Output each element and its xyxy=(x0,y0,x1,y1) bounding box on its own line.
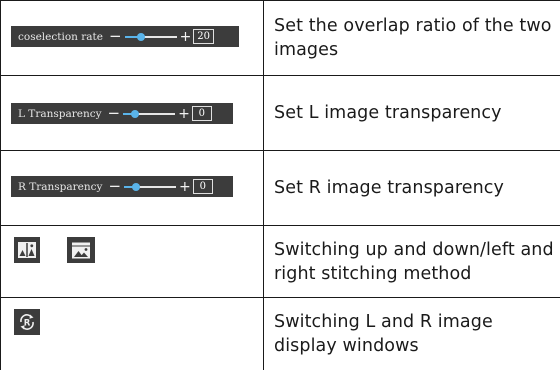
row-description: Set L image transparency xyxy=(274,103,502,123)
row-description: Set the overlap ratio of the two images xyxy=(274,16,552,60)
decrease-button[interactable]: − xyxy=(108,179,121,194)
increase-button[interactable]: + xyxy=(180,30,192,44)
control-cell: L Transparency − + 0 xyxy=(0,76,264,150)
l-transparency-control: L Transparency − + 0 xyxy=(11,103,233,124)
split-vertical-layout-button[interactable] xyxy=(14,237,40,263)
description-cell: Set R image transparency xyxy=(264,151,560,225)
increase-button[interactable]: + xyxy=(178,107,190,121)
decrease-button[interactable]: − xyxy=(108,106,121,121)
increase-button[interactable]: + xyxy=(179,180,191,194)
table-row: coselection rate − + 20 Set the overlap … xyxy=(0,1,560,76)
controls-table: coselection rate − + 20 Set the overlap … xyxy=(0,0,560,370)
table-row: R Switching L and R image display window… xyxy=(0,298,560,370)
table-row: L Transparency − + 0 Set L image transpa… xyxy=(0,76,560,151)
control-cell: coselection rate − + 20 xyxy=(0,1,264,75)
l-transparency-slider[interactable] xyxy=(123,109,176,118)
swap-icon-letter: R xyxy=(24,319,31,329)
description-cell: Switching up and down/left and right sti… xyxy=(264,226,560,297)
row-description: Set R image transparency xyxy=(274,178,504,198)
coselection-rate-value[interactable]: 20 xyxy=(193,29,215,44)
swap-lr-windows-button[interactable]: R xyxy=(14,309,40,335)
slider-handle[interactable] xyxy=(132,182,141,191)
r-transparency-value[interactable]: 0 xyxy=(192,179,213,194)
l-transparency-value[interactable]: 0 xyxy=(191,106,212,121)
row-description: Switching up and down/left and right sti… xyxy=(274,239,554,284)
coselection-rate-control: coselection rate − + 20 xyxy=(11,26,239,47)
control-cell: R xyxy=(0,298,264,370)
control-cell xyxy=(0,226,264,297)
description-cell: Set L image transparency xyxy=(264,76,560,150)
description-cell: Set the overlap ratio of the two images xyxy=(264,1,560,75)
description-cell: Switching L and R image display windows xyxy=(264,298,560,370)
r-transparency-slider[interactable] xyxy=(124,182,177,191)
coselection-rate-label: coselection rate xyxy=(18,30,103,43)
swap-lr-windows-icon: R xyxy=(20,314,34,330)
split-vertical-layout-icon xyxy=(18,242,36,258)
control-cell: R Transparency − + 0 xyxy=(0,151,264,225)
slider-handle[interactable] xyxy=(136,32,145,41)
l-transparency-label: L Transparency xyxy=(18,107,102,120)
table-row: R Transparency − + 0 Set R image transpa… xyxy=(0,151,560,226)
row-description: Switching L and R image display windows xyxy=(274,312,493,356)
split-horizontal-layout-button[interactable] xyxy=(67,237,95,263)
split-horizontal-layout-icon xyxy=(72,242,90,258)
slider-handle[interactable] xyxy=(131,109,140,118)
r-transparency-label: R Transparency xyxy=(18,180,103,193)
r-transparency-control: R Transparency − + 0 xyxy=(11,176,233,197)
decrease-button[interactable]: − xyxy=(109,29,122,44)
table-row: Switching up and down/left and right sti… xyxy=(0,226,560,298)
coselection-rate-slider[interactable] xyxy=(124,32,177,41)
